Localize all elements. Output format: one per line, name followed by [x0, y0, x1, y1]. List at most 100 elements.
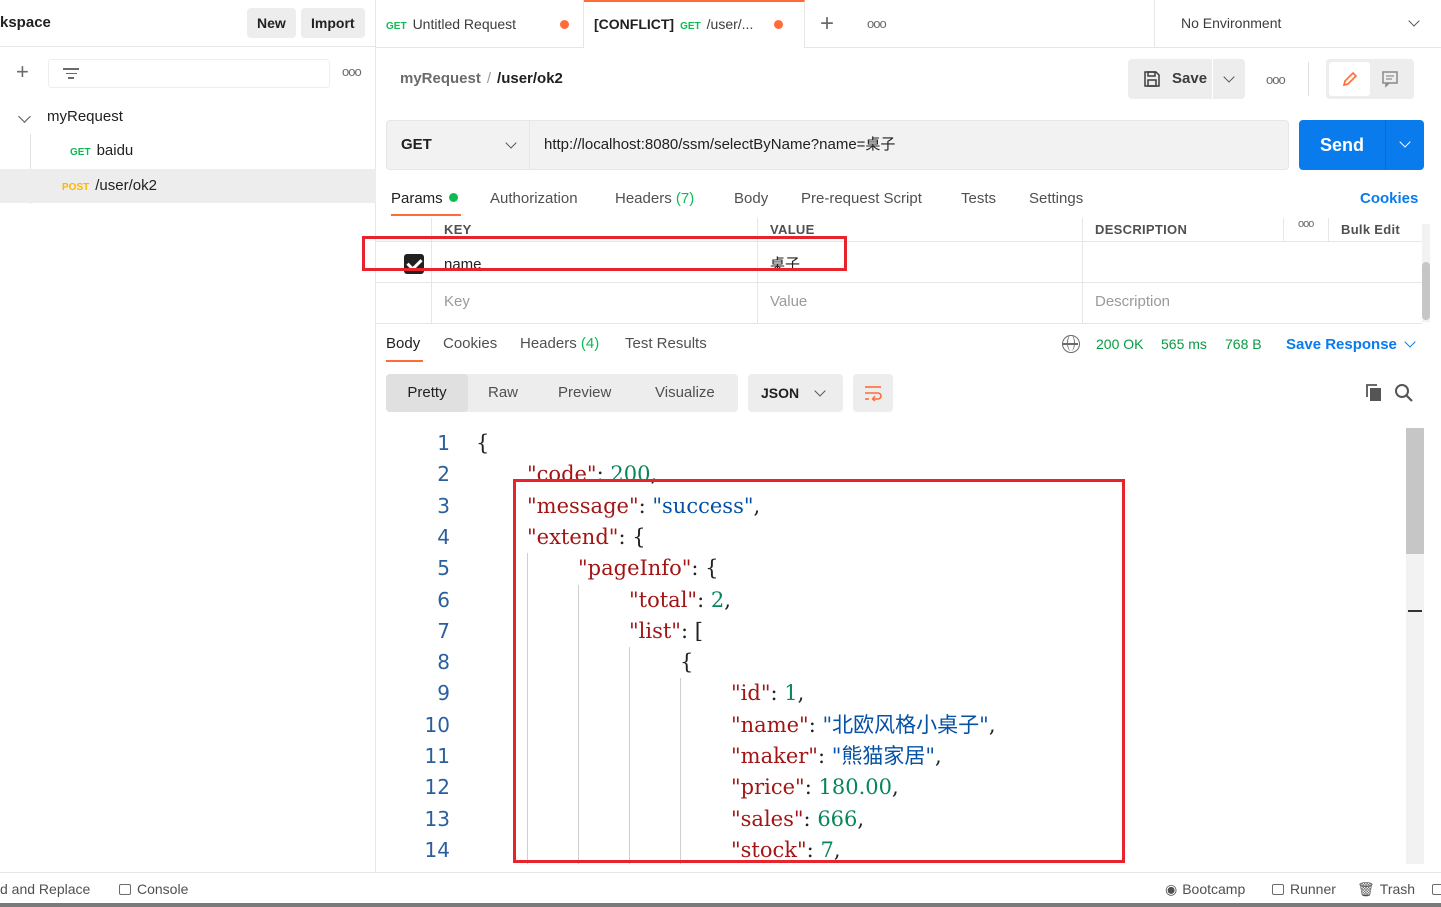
- json-punctuation: :: [596, 462, 611, 487]
- view-preview[interactable]: Preview: [558, 374, 611, 412]
- json-punctuation: :: [803, 806, 818, 831]
- new-button[interactable]: New: [247, 8, 296, 38]
- send-button[interactable]: Send: [1299, 120, 1385, 170]
- response-tab-cookies[interactable]: Cookies: [443, 335, 497, 352]
- json-punctuation: {: [680, 650, 694, 675]
- json-punctuation: :: [697, 587, 711, 612]
- method-select[interactable]: GET: [386, 120, 530, 170]
- line-number: 10: [424, 712, 450, 737]
- trash-button[interactable]: 🗑 Trash: [1357, 881, 1415, 898]
- breadcrumb-parent[interactable]: myRequest: [400, 70, 481, 87]
- workspace-title: kspace: [0, 14, 51, 31]
- response-size[interactable]: 768 B: [1225, 336, 1262, 352]
- chevron-down-icon[interactable]: [1404, 336, 1416, 348]
- response-body-editor[interactable]: 1 {2 "code": 200, 3 "message": "success", 4 "e…: [376, 428, 1406, 864]
- edit-mode-button[interactable]: [1329, 62, 1370, 96]
- json-string: "北欧风格小桌子": [822, 712, 989, 737]
- environment-select[interactable]: No Environment: [1154, 0, 1441, 48]
- response-tab-test-results[interactable]: Test Results: [625, 335, 707, 352]
- sidebar-item-user-ok2[interactable]: POST/user/ok2: [0, 169, 376, 203]
- param-description[interactable]: [1083, 242, 1422, 282]
- collection-item[interactable]: myRequest: [0, 100, 376, 134]
- console-button[interactable]: Console: [119, 881, 188, 897]
- param-value[interactable]: 桌子: [758, 242, 1083, 282]
- save-response-button[interactable]: Save Response: [1286, 336, 1397, 353]
- line-number: 9: [437, 681, 450, 706]
- params-scrollbar[interactable]: [1422, 224, 1430, 322]
- copy-icon[interactable]: [1364, 383, 1384, 403]
- new-tab-icon[interactable]: +: [820, 10, 834, 38]
- scrollbar-thumb[interactable]: [1422, 262, 1430, 320]
- tab-tests[interactable]: Tests: [961, 190, 996, 207]
- wrap-lines-button[interactable]: [853, 374, 893, 412]
- view-raw[interactable]: Raw: [488, 374, 518, 412]
- line-number: 8: [437, 650, 450, 675]
- more-options-icon[interactable]: ooo: [1266, 72, 1286, 87]
- runner-button[interactable]: Runner: [1272, 881, 1336, 897]
- plus-icon[interactable]: +: [16, 60, 29, 84]
- json-key: "total": [629, 587, 698, 612]
- param-enabled-checkbox[interactable]: [404, 254, 424, 274]
- tab-headers[interactable]: Headers (7): [615, 190, 694, 207]
- pencil-icon: [1342, 71, 1358, 87]
- json-string: "success": [652, 493, 754, 518]
- code-text: "message": "success",: [527, 491, 760, 522]
- tab-untitled-request[interactable]: GET Untitled Request: [376, 0, 584, 48]
- bootcamp-button[interactable]: ◉ Bootcamp: [1165, 881, 1245, 898]
- param-value-input[interactable]: Value: [758, 283, 1083, 323]
- tab-settings[interactable]: Settings: [1029, 190, 1083, 207]
- send-dropdown[interactable]: [1385, 120, 1424, 170]
- json-key: "id": [731, 681, 771, 706]
- json-key: "maker": [731, 744, 818, 768]
- url-input[interactable]: http://localhost:8080/ssm/selectByName?n…: [530, 120, 1289, 170]
- json-key: "pageInfo": [578, 556, 692, 581]
- runner-icon: [1272, 884, 1284, 895]
- json-punctuation: ,: [891, 775, 899, 800]
- chevron-down-icon[interactable]: [18, 110, 31, 123]
- method-label: GET: [401, 136, 432, 153]
- globe-icon[interactable]: [1062, 335, 1080, 353]
- view-visualize[interactable]: Visualize: [655, 374, 715, 412]
- save-button[interactable]: Save: [1128, 59, 1212, 99]
- more-options-icon[interactable]: ooo: [1298, 218, 1314, 230]
- scrollbar-thumb[interactable]: [1406, 428, 1424, 554]
- editor-scrollbar[interactable]: [1406, 428, 1424, 864]
- tab-conflict-request[interactable]: [CONFLICT] GET/user/...: [584, 0, 805, 48]
- bulk-edit-link[interactable]: Bulk Edit: [1329, 218, 1422, 241]
- search-icon[interactable]: [1394, 383, 1414, 403]
- import-button[interactable]: Import: [301, 8, 365, 38]
- find-replace-button[interactable]: d and Replace: [0, 881, 90, 897]
- json-number: 7: [820, 837, 834, 862]
- response-time[interactable]: 565 ms: [1161, 336, 1207, 352]
- format-select[interactable]: JSON: [748, 374, 843, 412]
- view-pretty[interactable]: Pretty: [386, 374, 468, 412]
- breadcrumb-current[interactable]: /user/ok2: [497, 70, 563, 87]
- tab-body[interactable]: Body: [734, 190, 768, 207]
- comment-icon[interactable]: [1381, 70, 1399, 88]
- json-punctuation: ,: [833, 837, 841, 862]
- param-key-input[interactable]: Key: [432, 283, 758, 323]
- code-text: "pageInfo": {: [578, 553, 719, 584]
- method-badge: GET: [70, 147, 91, 158]
- param-key[interactable]: name: [432, 242, 758, 282]
- tab-params[interactable]: Params: [391, 190, 458, 207]
- status-code[interactable]: 200 OK: [1096, 336, 1143, 352]
- save-dropdown[interactable]: [1213, 59, 1245, 99]
- mode-toggle: [1326, 59, 1414, 99]
- layout-toggle-icon[interactable]: [1432, 881, 1441, 897]
- bootcamp-icon: ◉: [1165, 881, 1178, 897]
- cookies-link[interactable]: Cookies: [1360, 190, 1418, 207]
- method-badge: POST: [62, 182, 90, 193]
- response-tab-headers[interactable]: Headers (4): [520, 335, 599, 352]
- json-punctuation: :: [804, 775, 819, 800]
- console-label: Console: [137, 881, 189, 897]
- tab-pre-request-script[interactable]: Pre-request Script: [801, 190, 922, 207]
- sidebar-item-baidu[interactable]: GET baidu: [0, 134, 376, 168]
- tab-authorization[interactable]: Authorization: [490, 190, 578, 207]
- format-label: JSON: [761, 385, 800, 401]
- response-tab-body[interactable]: Body: [386, 335, 420, 352]
- more-options-icon[interactable]: ooo: [342, 64, 362, 79]
- filter-input[interactable]: [48, 59, 330, 88]
- param-description-input[interactable]: Description: [1083, 283, 1422, 323]
- more-tabs-icon[interactable]: ooo: [867, 16, 887, 31]
